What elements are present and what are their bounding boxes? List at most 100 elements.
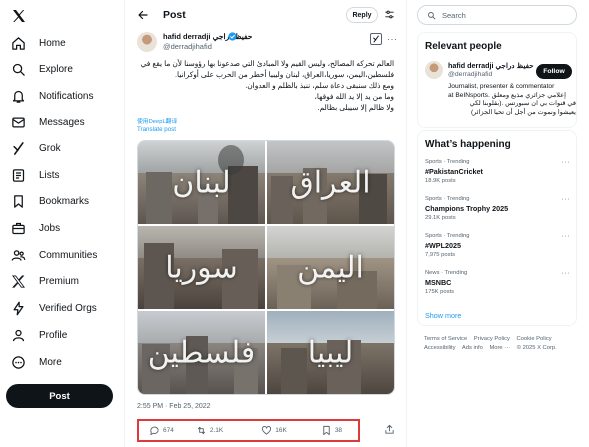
repost-action[interactable]: 2.1K <box>196 425 223 436</box>
trend-posts: 18.9K posts <box>425 178 456 184</box>
bell-icon <box>10 88 26 104</box>
footer-link[interactable]: More ··· <box>489 345 510 351</box>
trend-posts: 175K posts <box>425 289 455 295</box>
media-tile-syria[interactable]: سوريا <box>138 226 265 309</box>
footer-link[interactable]: Accessibility <box>424 345 456 351</box>
page-title: Post <box>163 9 186 21</box>
media-tile-palestine[interactable]: فلسطين <box>138 311 265 394</box>
show-more-link[interactable]: Show more <box>425 311 461 320</box>
bio-line: في قنوات بي ان سبورتس .(بقلوبنا لكي <box>469 100 576 107</box>
trend-name: #PakistanCricket <box>425 167 483 176</box>
lightning-icon <box>10 300 26 316</box>
media-word: فلسطين <box>147 335 256 370</box>
more-options-icon[interactable]: ··· <box>562 196 571 203</box>
author-avatar[interactable] <box>137 32 157 52</box>
media-tile-libya[interactable]: ليبيا <box>267 311 394 394</box>
bookmark-icon <box>10 193 26 209</box>
more-circle-icon <box>10 354 26 370</box>
bookmark-count: 38 <box>334 427 343 434</box>
trend-item[interactable]: Sports · Trending #WPL2025 7,975 posts ·… <box>425 233 570 258</box>
whats-happening-title: What’s happening <box>425 139 511 150</box>
more-options-icon[interactable]: ··· <box>562 159 571 166</box>
follow-button[interactable]: Follow <box>536 64 572 79</box>
list-icon <box>10 167 26 183</box>
nav-item-lists[interactable]: Lists <box>10 165 60 185</box>
nav-item-jobs[interactable]: Jobs <box>10 218 60 238</box>
search-input[interactable] <box>442 10 562 20</box>
tweet-media-grid[interactable]: لبنان العراق سوريا اليمن فلسطين ليبيا <box>137 140 395 395</box>
translate-post-link[interactable]: Translate post <box>137 126 176 133</box>
nav-item-communities[interactable]: Communities <box>10 245 97 265</box>
nav-item-premium[interactable]: Premium <box>10 271 79 291</box>
more-options-icon[interactable]: ··· <box>562 233 571 240</box>
media-word: العراق <box>290 165 371 200</box>
premium-icon <box>10 273 26 289</box>
author-name[interactable]: hafid derradji حفيظ دراجي <box>163 32 252 41</box>
deepl-note[interactable]: 使用DeepL翻译 <box>137 116 177 125</box>
like-action[interactable]: 16K <box>261 425 287 436</box>
nav-item-label: Bookmarks <box>39 195 90 207</box>
nav-item-verified-orgs[interactable]: Verified Orgs <box>10 298 97 318</box>
nav-item-explore[interactable]: Explore <box>10 59 73 79</box>
verified-badge-icon <box>228 32 237 41</box>
media-word: ليبيا <box>307 335 354 370</box>
trend-item[interactable]: Sports · Trending Champions Trophy 2025 … <box>425 196 570 221</box>
like-count: 16K <box>275 427 287 434</box>
main-column: Post Reply hafid derradji حفيظ دراجي @de… <box>124 0 407 447</box>
search-box[interactable] <box>417 5 577 25</box>
reply-count: 674 <box>163 427 174 434</box>
nav-item-label: More <box>39 356 62 368</box>
footer-link[interactable]: Terms of Service <box>424 336 467 342</box>
tweet-text-line: ولا ظالم إلا سيبلى بظالم. <box>317 103 394 112</box>
nav-item-grok[interactable]: Grok <box>10 138 61 158</box>
nav-item-label: Jobs <box>39 222 61 234</box>
reply-icon <box>149 425 160 436</box>
relevant-person-bio: Journalist, presenter & commentator at B… <box>448 83 576 117</box>
nav-item-more[interactable]: More <box>10 352 62 372</box>
avatar[interactable] <box>425 61 443 79</box>
x-logo-icon[interactable] <box>11 8 27 24</box>
tweet-timestamp[interactable]: 2:55 PM · Feb 25, 2022 <box>137 403 211 410</box>
home-icon <box>10 35 26 51</box>
trend-posts: 7,975 posts <box>425 252 455 258</box>
nav-item-home[interactable]: Home <box>10 33 66 53</box>
tune-icon[interactable] <box>384 9 395 20</box>
trend-item[interactable]: Sports · Trending #PakistanCricket 18.9K… <box>425 159 570 184</box>
reply-button[interactable]: Reply <box>346 7 378 23</box>
trend-item[interactable]: News · Trending MSNBC 175K posts ··· <box>425 270 570 295</box>
more-options-icon[interactable]: ··· <box>387 34 398 44</box>
nav-item-profile[interactable]: Profile <box>10 325 67 345</box>
media-tile-iraq[interactable]: العراق <box>267 141 394 224</box>
more-options-icon[interactable]: ··· <box>562 270 571 277</box>
footer-link[interactable]: Privacy Policy <box>474 336 510 342</box>
search-icon <box>427 11 436 20</box>
trend-name: #WPL2025 <box>425 241 461 250</box>
relevant-person-handle[interactable]: @derradjihafid <box>448 71 492 78</box>
share-icon[interactable] <box>384 424 395 435</box>
reply-action[interactable]: 674 <box>149 425 174 436</box>
footer-link[interactable]: Ads info <box>462 345 483 351</box>
grok-explain-icon[interactable] <box>370 33 382 45</box>
nav-item-bookmarks[interactable]: Bookmarks <box>10 191 89 211</box>
nav-item-label: Verified Orgs <box>39 302 97 314</box>
envelope-icon <box>10 114 26 130</box>
repost-icon <box>196 425 207 436</box>
back-arrow-icon[interactable] <box>137 9 149 21</box>
tweet-text-line: العالم تحركه المصالح، وليس القيم ولا الم… <box>140 59 394 68</box>
nav-item-label: Explore <box>39 63 73 75</box>
author-handle[interactable]: @derradjihafid <box>163 42 212 51</box>
nav-item-label: Grok <box>39 142 61 154</box>
bio-line: يعيشوا ونموت من أجل أن تحيا الجزائر) <box>470 108 576 116</box>
nav-item-notifications[interactable]: Notifications <box>10 86 93 106</box>
trend-name: Champions Trophy 2025 <box>425 204 509 213</box>
footer-link[interactable]: Cookie Policy <box>517 336 552 342</box>
post-button[interactable]: Post <box>6 384 113 408</box>
bookmark-action[interactable]: 38 <box>321 425 342 436</box>
footer-copyright: © 2025 X Corp. <box>516 345 557 351</box>
media-tile-lebanon[interactable]: لبنان <box>138 141 265 224</box>
nav-item-messages[interactable]: Messages <box>10 112 85 132</box>
tweet-text-line: وما من يد إلا يد الله فوقها، <box>314 92 394 101</box>
relevant-person-name[interactable]: hafid derradji حفيظ دراجي <box>448 61 534 70</box>
media-tile-yemen[interactable]: اليمن <box>267 226 394 309</box>
people-icon <box>10 247 26 263</box>
